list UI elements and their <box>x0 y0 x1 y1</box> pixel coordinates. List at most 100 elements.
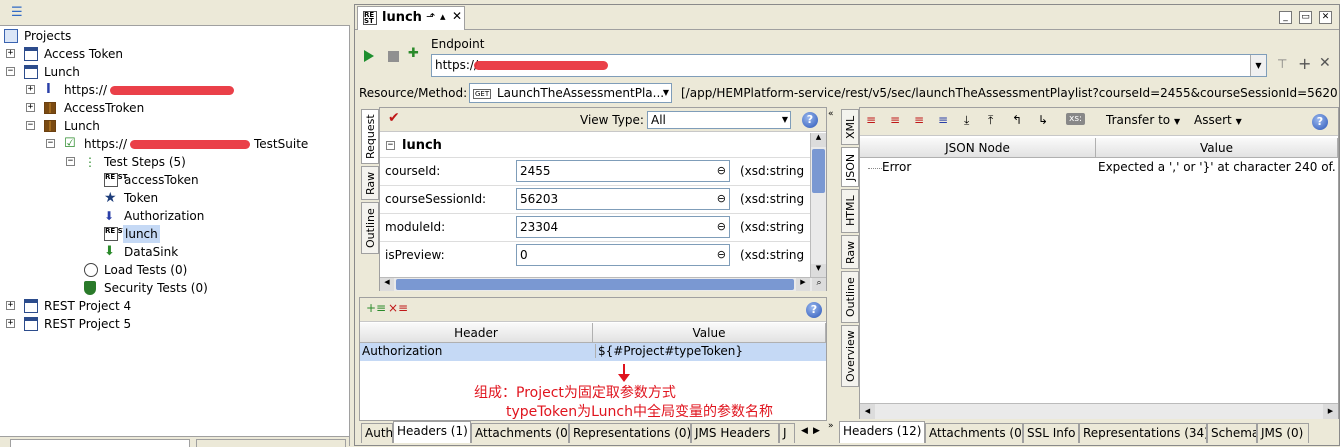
tab-html[interactable]: HTML <box>841 189 859 233</box>
tab-ssl-info[interactable]: SSL Info <box>1023 423 1079 443</box>
tab-overview[interactable]: Overview <box>841 325 859 387</box>
align-red-icon[interactable]: ≡ <box>890 113 900 127</box>
tab-json[interactable]: JSON <box>841 147 859 187</box>
chevron-down-icon[interactable]: ▼ <box>782 112 788 128</box>
expand-icon[interactable]: + <box>26 85 35 94</box>
tab-jms[interactable]: JMS (0) <box>1257 423 1309 443</box>
splitter-collapse-icon[interactable]: « <box>828 109 834 119</box>
tab-jms-more[interactable]: J <box>779 423 795 443</box>
collapse-icon[interactable]: − <box>6 67 15 76</box>
tab-response-representations[interactable]: Representations (34) <box>1079 423 1207 443</box>
param-options-icon[interactable]: ⊖ <box>717 189 726 209</box>
expand-icon[interactable]: + <box>6 319 15 328</box>
param-options-icon[interactable]: ⊖ <box>717 161 726 181</box>
tab-headers[interactable]: Headers (1) <box>393 421 471 443</box>
json-node-cell[interactable]: Error <box>882 160 911 174</box>
param-value-input[interactable]: 2455 ⊖ <box>516 160 730 182</box>
scroll-left-icon[interactable]: ◀ <box>860 404 875 419</box>
tab-outline[interactable]: Outline <box>361 202 379 254</box>
header-value-cell[interactable]: ${#Project#typeToken} <box>595 344 743 358</box>
tab-scroll-right-icon[interactable]: ▶ <box>813 426 820 436</box>
value-column-header[interactable]: Value <box>593 323 826 343</box>
chevron-down-icon[interactable]: ▼ <box>663 84 669 102</box>
zoom-icon[interactable]: ⌕ <box>812 278 826 291</box>
table-row[interactable]: Error Expected a ',' or '}' at character… <box>860 159 1338 177</box>
move-right-icon[interactable]: ↳ <box>1038 113 1048 127</box>
stop-icon[interactable] <box>388 51 399 62</box>
editor-tab[interactable]: RE ST lunch ⬏ ▴ ✕ <box>357 6 465 30</box>
endpoint-dropdown-icon[interactable]: ▼ <box>1250 55 1266 76</box>
add-header-icon[interactable]: +≡ <box>366 301 386 315</box>
scroll-left-icon[interactable]: ◀ <box>380 278 394 291</box>
scroll-thumb[interactable] <box>812 149 825 193</box>
endpoint-input[interactable]: https:// ▼ <box>431 54 1267 77</box>
scroll-right-icon[interactable]: ▶ <box>1323 404 1338 419</box>
scroll-down-icon[interactable]: ▼ <box>811 264 826 278</box>
response-horizontal-scrollbar[interactable]: ◀ ▶ <box>860 403 1338 419</box>
tab-response-headers[interactable]: Headers (12) <box>839 421 925 443</box>
add-endpoint-icon[interactable]: + <box>1298 54 1311 73</box>
restore-window-icon[interactable]: ▭ <box>1299 11 1312 24</box>
transfer-to-button[interactable]: Transfer to ▼ <box>1106 113 1180 127</box>
tab-response-attachments[interactable]: Attachments (0) <box>925 423 1023 443</box>
run-icon[interactable] <box>364 50 374 62</box>
table-row[interactable]: Authorization ${#Project#typeToken} <box>360 343 826 361</box>
move-up-icon[interactable]: ↰ <box>1012 113 1022 127</box>
param-value-input[interactable]: 23304 ⊖ <box>516 216 730 238</box>
header-column-header[interactable]: Header <box>360 323 593 343</box>
param-value-input[interactable]: 56203 ⊖ <box>516 188 730 210</box>
method-select[interactable]: GET LaunchTheAssessmentPla... ▼ <box>469 83 672 103</box>
json-value-column-header[interactable]: Value <box>1096 138 1338 158</box>
view-type-select[interactable]: All ▼ <box>647 111 791 129</box>
help-icon[interactable]: ? <box>1312 114 1328 130</box>
scroll-up-icon[interactable]: ▲ <box>811 133 826 147</box>
tab-raw[interactable]: Raw <box>361 166 379 200</box>
param-options-icon[interactable]: ⊖ <box>717 245 726 265</box>
pin-icon[interactable]: ⬏ <box>426 10 435 23</box>
tab-representations[interactable]: Representations (0) <box>569 423 691 443</box>
remove-header-icon[interactable]: ×≡ <box>388 301 408 315</box>
tab-jms-headers[interactable]: JMS Headers <box>691 423 779 443</box>
move-top-icon[interactable]: ⤒ <box>988 113 993 128</box>
align-red-icon[interactable]: ≡ <box>866 113 876 127</box>
splitter-expand-icon[interactable]: » <box>828 421 834 431</box>
collapse-icon[interactable]: − <box>26 121 35 130</box>
tab-auth[interactable]: Auth <box>361 423 393 443</box>
expand-icon[interactable]: + <box>6 301 15 310</box>
move-down-icon[interactable]: ⤓ <box>964 113 969 128</box>
minimize-window-icon[interactable]: _ <box>1279 11 1292 24</box>
tab-xml[interactable]: XML <box>841 109 859 145</box>
collapse-icon[interactable]: − <box>46 139 55 148</box>
request-horizontal-scrollbar[interactable]: ◀ ▶ ⌕ <box>380 277 826 291</box>
help-icon[interactable]: ? <box>806 302 822 318</box>
expand-icon[interactable]: + <box>26 103 35 112</box>
add-assertion-icon[interactable]: ✚ <box>408 46 419 61</box>
align-red-icon[interactable]: ≡ <box>914 113 924 127</box>
tab-attachments[interactable]: Attachments (0) <box>471 423 569 443</box>
request-vertical-scrollbar[interactable]: ▲ ▼ <box>810 133 826 278</box>
collapse-all-icon[interactable]: ☰ <box>11 5 23 20</box>
header-name-cell[interactable]: Authorization <box>362 344 442 358</box>
collapse-icon[interactable]: − <box>66 157 75 166</box>
remove-endpoint-icon[interactable]: ✕ <box>1319 55 1331 71</box>
param-options-icon[interactable]: ⊖ <box>717 217 726 237</box>
json-value-cell[interactable]: Expected a ',' or '}' at character 240 o… <box>1098 160 1336 174</box>
assert-button[interactable]: Assert ▼ <box>1194 113 1242 127</box>
param-value-input[interactable]: 0 ⊖ <box>516 244 730 266</box>
tab-raw[interactable]: Raw <box>841 235 859 269</box>
align-blue-icon[interactable]: ≡ <box>938 113 948 127</box>
maximize-icon[interactable]: ▴ <box>440 10 446 23</box>
collapse-icon[interactable]: − <box>386 141 395 150</box>
json-node-column-header[interactable]: JSON Node <box>860 138 1096 158</box>
close-icon[interactable]: ✕ <box>452 9 462 23</box>
tab-schema[interactable]: Schema <box>1207 423 1257 443</box>
help-icon[interactable]: ? <box>802 112 818 128</box>
close-window-icon[interactable]: ✕ <box>1319 11 1332 24</box>
validate-icon[interactable]: ✔ <box>388 110 400 126</box>
tab-scroll-left-icon[interactable]: ◀ <box>801 426 808 436</box>
xsd-icon[interactable]: xs: <box>1066 113 1086 125</box>
edit-endpoint-icon[interactable]: ⊤ <box>1277 57 1287 71</box>
scroll-right-icon[interactable]: ▶ <box>796 278 810 291</box>
tab-outline[interactable]: Outline <box>841 271 859 323</box>
expand-icon[interactable]: + <box>6 49 15 58</box>
